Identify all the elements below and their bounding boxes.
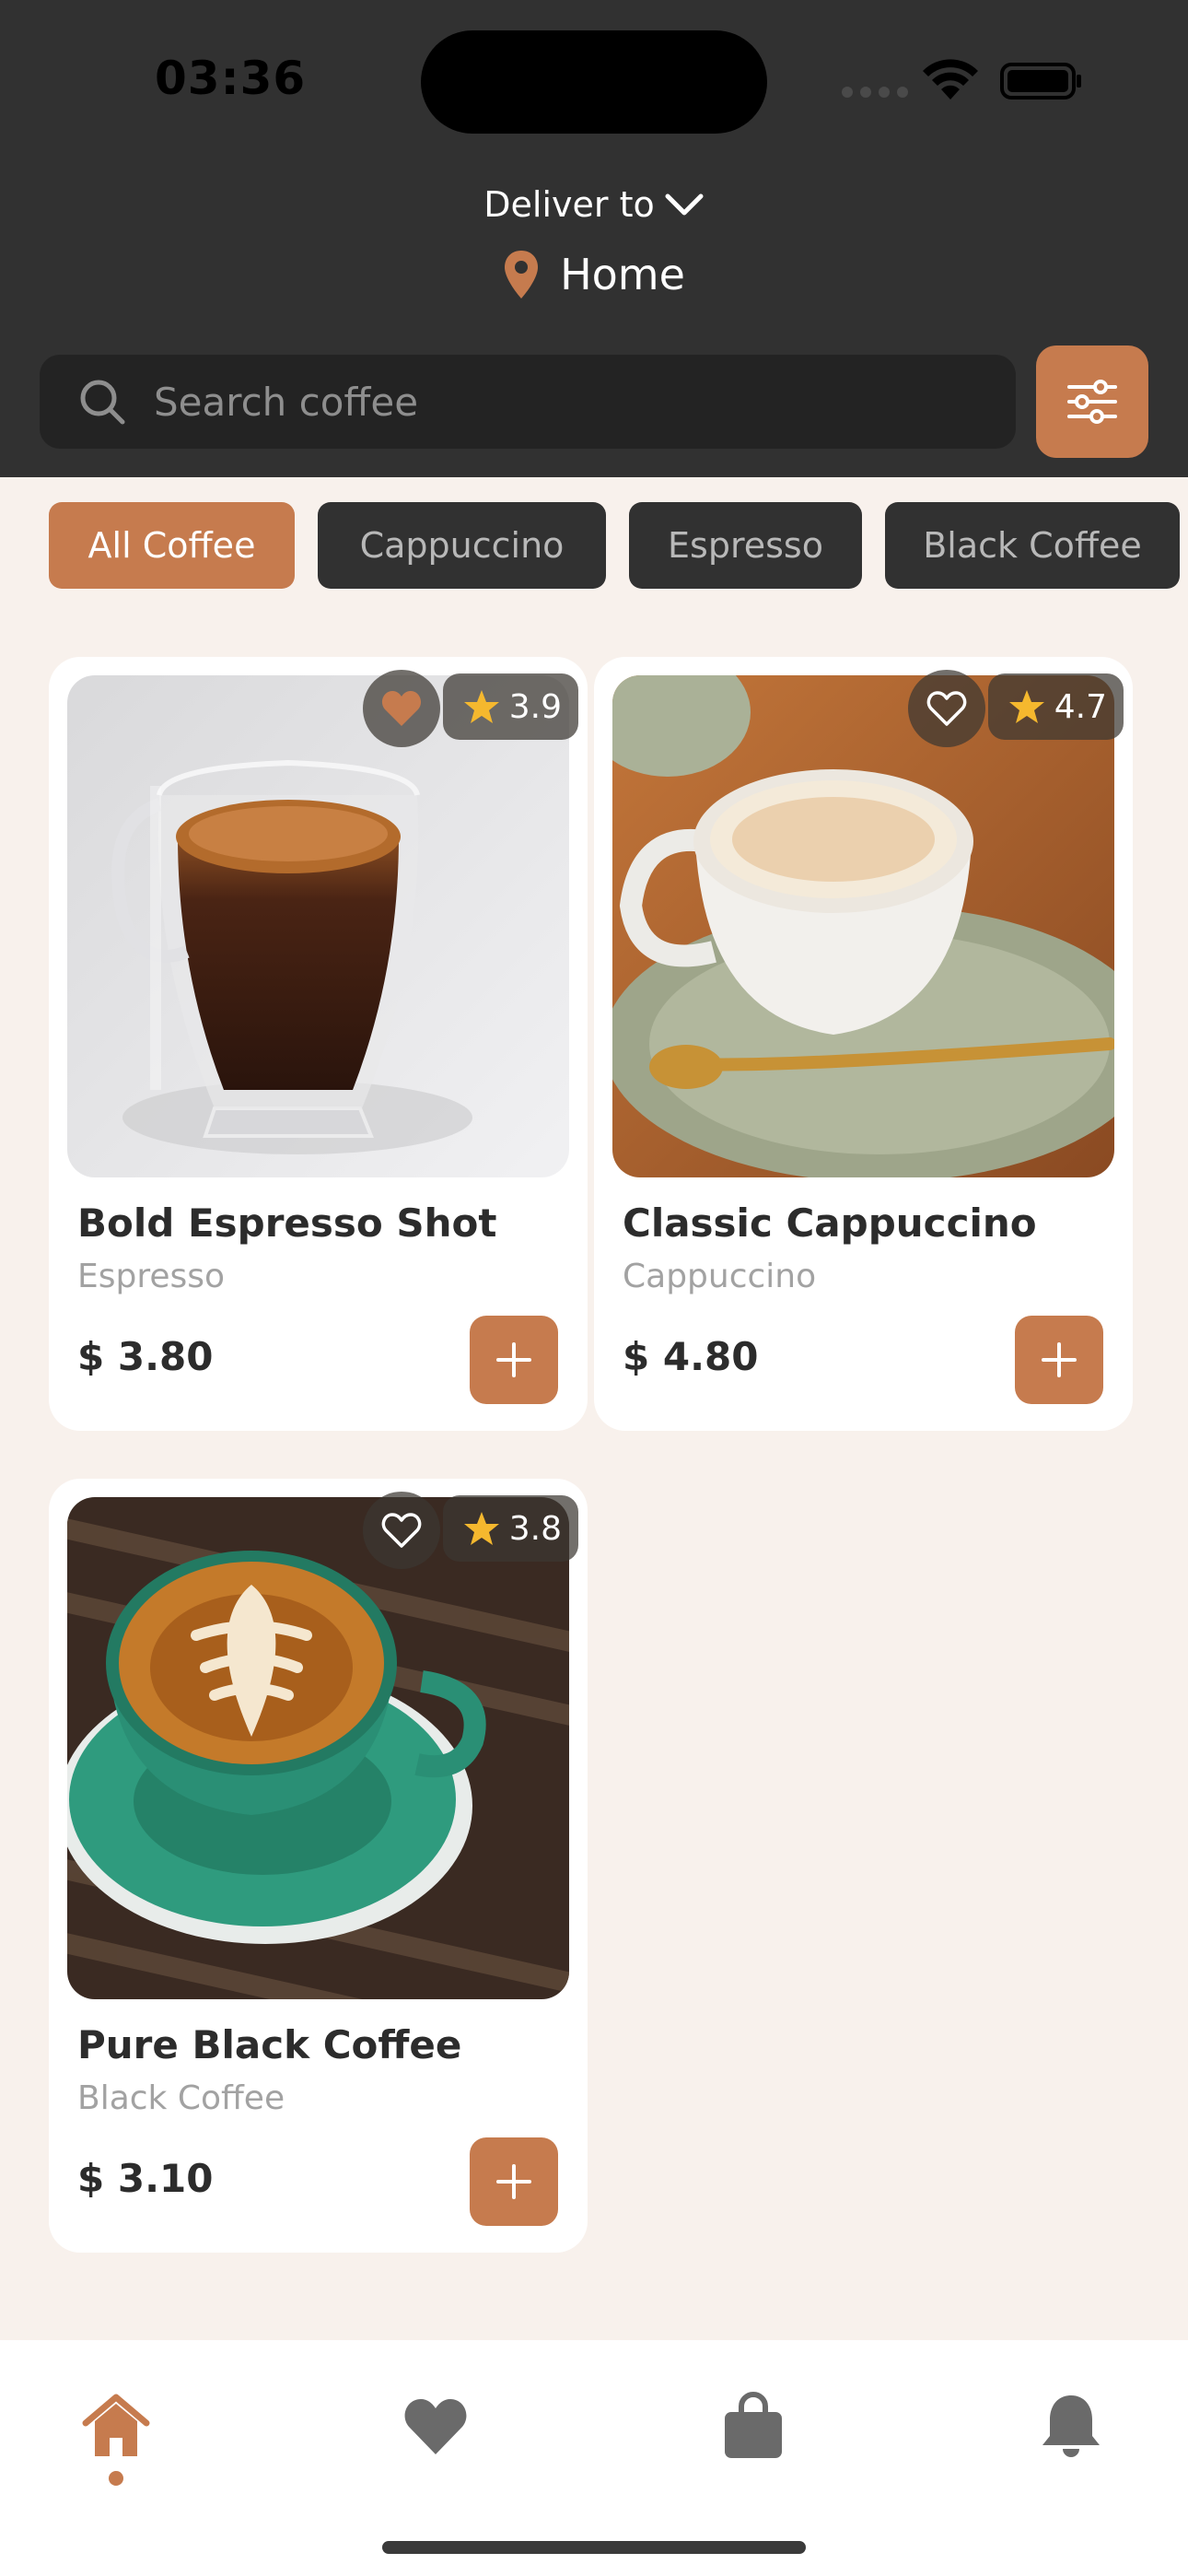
heart-outline-icon [926, 691, 967, 726]
rating-value: 3.9 [508, 687, 562, 726]
product-category: Cappuccino [623, 1258, 817, 1295]
star-icon [1008, 690, 1044, 723]
chip-cappuccino[interactable]: Cappuccino [318, 502, 606, 589]
chip-all-coffee[interactable]: All Coffee [49, 502, 295, 589]
product-name: Bold Espresso Shot [77, 1200, 497, 1246]
rating-value: 3.8 [508, 1509, 562, 1548]
product-price: $ 4.80 [623, 1334, 759, 1379]
product-category: Black Coffee [77, 2079, 285, 2117]
signal-icon [842, 87, 908, 98]
product-name: Pure Black Coffee [77, 2022, 462, 2067]
location-label: Home [560, 250, 685, 299]
wifi-icon [923, 59, 978, 100]
favorite-button[interactable] [908, 670, 985, 747]
home-indicator [382, 2541, 806, 2554]
star-icon [463, 690, 499, 723]
location-pin-icon [505, 251, 539, 299]
nav-cart[interactable] [712, 2384, 795, 2467]
product-card[interactable]: 3.9 Bold Espresso Shot Espresso $ 3.80 [49, 657, 588, 1431]
product-image-black-coffee [67, 1497, 569, 1999]
add-to-cart-button[interactable] [1015, 1316, 1103, 1404]
product-category: Espresso [77, 1258, 226, 1295]
rating-badge: 4.7 [987, 673, 1124, 740]
heart-outline-icon [381, 1513, 422, 1548]
heart-icon [404, 2399, 467, 2454]
add-to-cart-button[interactable] [470, 1316, 558, 1404]
nav-notifications[interactable] [1030, 2384, 1112, 2467]
product-name: Classic Cappuccino [623, 1200, 1037, 1246]
bag-icon [725, 2392, 782, 2458]
chip-espresso[interactable]: Espresso [629, 502, 862, 589]
product-card[interactable]: 3.8 Pure Black Coffee Black Coffee $ 3.1… [49, 1479, 588, 2253]
chevron-down-icon [665, 193, 704, 216]
search-input[interactable]: Search coffee [40, 355, 1016, 449]
filter-button[interactable] [1036, 345, 1148, 458]
plus-icon [496, 1342, 531, 1377]
product-image-cappuccino [612, 675, 1114, 1177]
header: 03:36 Deliver to Home Search coffee [0, 0, 1188, 477]
add-to-cart-button[interactable] [470, 2137, 558, 2226]
product-price: $ 3.80 [77, 1334, 214, 1379]
favorite-button[interactable] [363, 1492, 440, 1569]
active-indicator [109, 2471, 123, 2486]
rating-badge: 3.9 [442, 673, 578, 740]
bottom-nav [0, 2340, 1188, 2576]
sliders-icon [1067, 380, 1117, 424]
deliver-label: Deliver to [483, 184, 655, 225]
deliver-to-dropdown[interactable]: Deliver to [0, 184, 1188, 225]
dynamic-island [421, 30, 767, 134]
bell-icon [1042, 2395, 1100, 2457]
nav-favorites[interactable] [394, 2384, 477, 2467]
status-time: 03:36 [155, 52, 307, 105]
search-placeholder: Search coffee [154, 379, 419, 425]
location-selector[interactable]: Home [0, 249, 1188, 300]
plus-icon [1042, 1342, 1077, 1377]
rating-badge: 3.8 [442, 1495, 578, 1562]
rating-value: 4.7 [1054, 687, 1107, 726]
favorite-button[interactable] [363, 670, 440, 747]
home-icon [82, 2394, 150, 2456]
search-icon [80, 380, 125, 425]
plus-icon [496, 2164, 531, 2199]
product-price: $ 3.10 [77, 2156, 214, 2201]
nav-home[interactable] [75, 2384, 157, 2467]
product-image-espresso [67, 675, 569, 1177]
star-icon [463, 1512, 499, 1545]
heart-filled-icon [381, 691, 422, 726]
category-chips: All Coffee Cappuccino Espresso Black Cof… [49, 502, 1180, 589]
product-card[interactable]: 4.7 Classic Cappuccino Cappuccino $ 4.80 [594, 657, 1133, 1431]
chip-black-coffee[interactable]: Black Coffee [885, 502, 1180, 589]
battery-icon [1000, 63, 1081, 100]
